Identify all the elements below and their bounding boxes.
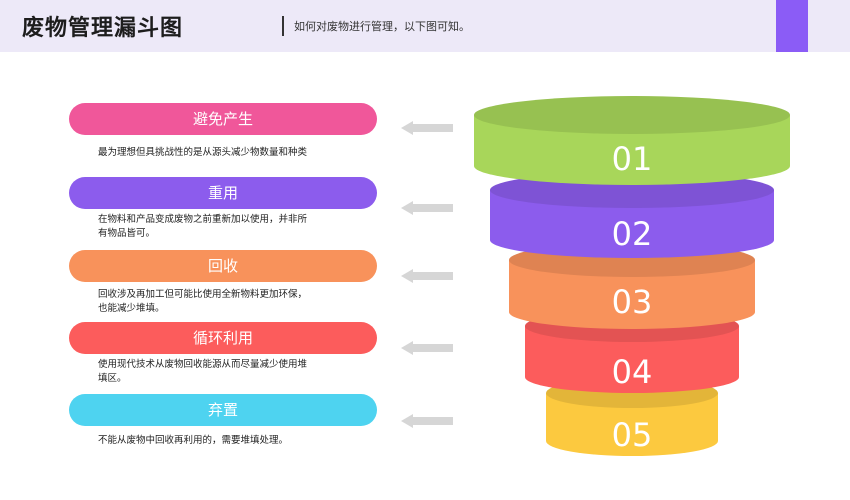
step-pill-avoid: 避免产生 (69, 103, 377, 135)
page-title: 废物管理漏斗图 (22, 16, 184, 41)
header-bar: 废物管理漏斗图 如何对废物进行管理，以下图可知。 (0, 0, 850, 52)
arrow-left-icon (401, 341, 453, 355)
step-pill-dispose: 弃置 (69, 394, 377, 426)
funnel-layer-3: 03 (509, 243, 755, 329)
funnel-number-5: 05 (612, 416, 653, 454)
desc-line: 也能减少堆填。 (98, 303, 165, 314)
funnel-layer-5: 05 (546, 378, 718, 456)
title-divider (282, 16, 284, 36)
step-pill-reuse: 重用 (69, 177, 377, 209)
step-pill-recycle: 回收 (69, 250, 377, 282)
funnel-number-1: 01 (612, 140, 653, 178)
funnel-layer-1: 01 (474, 96, 790, 185)
arrow-left-icon (401, 201, 453, 215)
accent-block (776, 0, 808, 52)
page-subtitle: 如何对废物进行管理，以下图可知。 (294, 20, 470, 33)
desc-line: 有物品皆可。 (98, 228, 156, 239)
desc-line: 在物料和产品变成废物之前重新加以使用，并非所 (98, 214, 308, 225)
funnel-number-3: 03 (612, 283, 653, 321)
desc-line: 使用现代技术从废物回收能源从而尽量减少使用堆 (98, 359, 308, 370)
funnel-layer-4: 04 (525, 310, 739, 393)
funnel-layer-2: 02 (490, 172, 774, 258)
arrow-left-icon (401, 414, 453, 428)
desc-line: 不能从废物中回收再利用的，需要堆填处理。 (98, 435, 289, 446)
step-desc-recover: 使用现代技术从废物回收能源从而尽量减少使用堆 填区。 (98, 358, 307, 386)
step-desc-recycle: 回收涉及再加工但可能比使用全新物料更加环保， 也能减少堆填。 (98, 288, 307, 316)
step-desc-reuse: 在物料和产品变成废物之前重新加以使用，并非所 有物品皆可。 (98, 213, 307, 241)
desc-line: 回收涉及再加工但可能比使用全新物料更加环保， (98, 289, 308, 300)
desc-line: 填区。 (98, 373, 127, 384)
funnel-number-4: 04 (612, 353, 653, 391)
step-pill-recover: 循环利用 (69, 322, 377, 354)
arrow-left-icon (401, 121, 453, 135)
step-desc-avoid: 最为理想但具挑战性的是从源头减少物数量和种类 (98, 146, 307, 160)
arrow-left-icon (401, 269, 453, 283)
funnel-number-2: 02 (612, 215, 653, 253)
desc-line: 最为理想但具挑战性的是从源头减少物数量和种类 (98, 147, 308, 158)
step-desc-dispose: 不能从废物中回收再利用的，需要堆填处理。 (98, 434, 288, 448)
